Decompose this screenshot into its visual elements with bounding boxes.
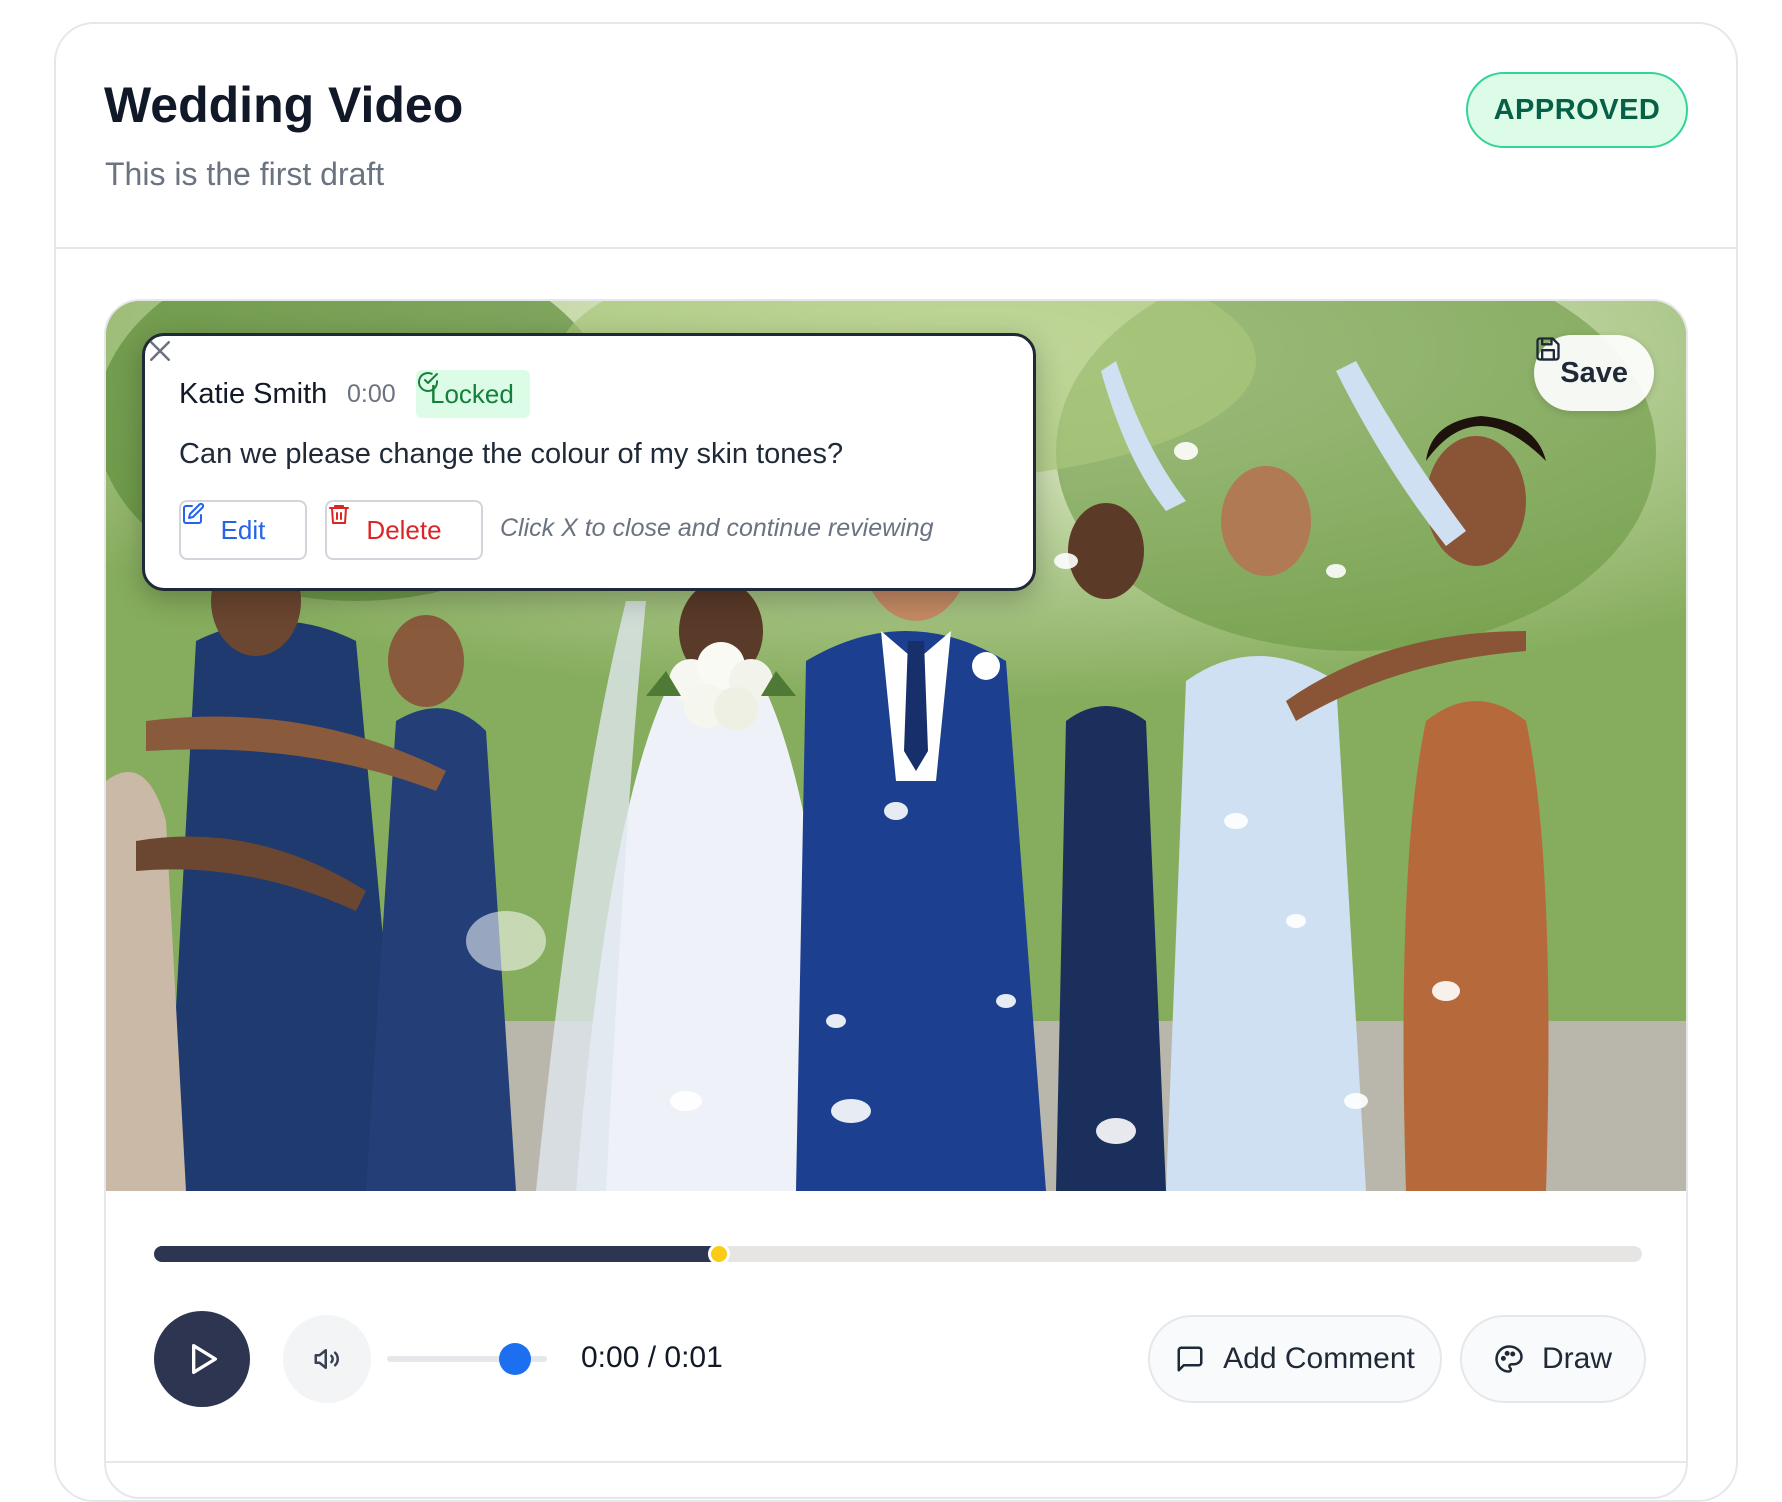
progress-bar[interactable] [154,1243,1642,1265]
status-badge: APPROVED [1466,72,1688,148]
comment-timestamp[interactable]: 0:00 [347,380,396,409]
palette-icon [1495,1345,1523,1373]
add-comment-label: Add Comment [1223,1342,1415,1375]
comment-author: Katie Smith [179,378,328,410]
floppy-disk-icon [1536,337,1560,361]
volume-button[interactable] [283,1315,371,1403]
check-circle-icon [418,372,438,392]
comment-text: Can we please change the colour of my sk… [179,438,844,470]
draw-label: Draw [1541,1342,1612,1375]
close-icon[interactable] [145,336,175,366]
timecode: 0:00 / 0:01 [581,1341,723,1374]
message-square-icon [1177,1346,1203,1372]
comment-marker[interactable] [708,1243,731,1265]
edit-label: Edit [220,514,266,545]
save-label: Save [1560,356,1628,389]
progress-fill [154,1246,720,1262]
delete-label: Delete [366,514,442,545]
locked-label: Locked [430,378,514,409]
project-title: Wedding Video [104,77,464,133]
review-card: Wedding Video This is the first draft AP… [54,22,1738,1502]
video-frame[interactable]: Save Katie Smith 0:00 Locked Can we plea… [106,301,1686,1191]
locked-badge: Locked [416,370,530,418]
trash-icon [329,505,349,524]
draw-button[interactable]: Draw [1460,1315,1646,1403]
project-subtitle: This is the first draft [105,156,385,192]
delete-button[interactable]: Delete [325,500,483,560]
comment-popover: Katie Smith 0:00 Locked Can we please ch… [142,333,1036,591]
volume-slider[interactable] [387,1343,547,1375]
add-comment-button[interactable]: Add Comment [1148,1315,1442,1403]
close-hint: Click X to close and continue reviewing [500,514,934,542]
edit-icon [183,502,205,524]
project-header: Wedding Video This is the first draft AP… [56,24,1736,249]
volume-slider-thumb[interactable] [499,1343,531,1375]
play-button[interactable] [154,1311,250,1407]
play-icon [192,1344,217,1374]
video-player: Save Katie Smith 0:00 Locked Can we plea… [104,299,1688,1499]
edit-button[interactable]: Edit [179,500,307,560]
save-button[interactable]: Save [1534,335,1654,411]
volume-icon [314,1349,339,1369]
player-divider [106,1461,1686,1463]
